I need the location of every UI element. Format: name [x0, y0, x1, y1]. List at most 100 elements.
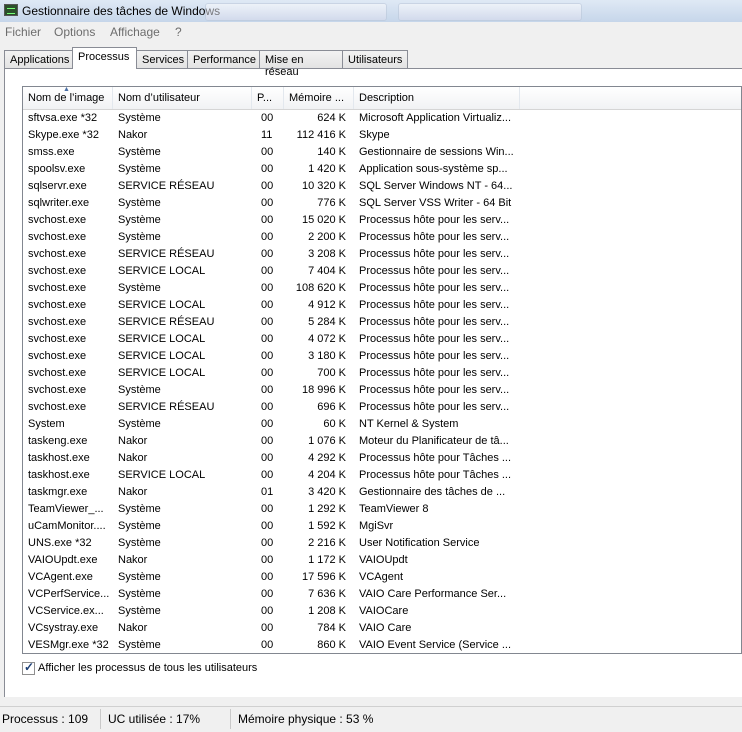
process-description: SQL Server VSS Writer - 64 Bit — [359, 197, 512, 209]
column-header-description[interactable]: Description — [354, 87, 520, 109]
table-row[interactable]: taskhost.exe SERVICE LOCAL 00 4 204 K Proces… — [23, 467, 741, 484]
process-memory: 2 200 K — [308, 231, 346, 243]
process-user-name: SERVICE RÉSEAU — [118, 248, 215, 260]
process-description: VAIO Care — [359, 622, 412, 634]
table-row[interactable]: svchost.exe SERVICE RÉSEAU 00 696 K Processu… — [23, 399, 741, 416]
process-description: Processus hôte pour les serv... — [359, 333, 510, 345]
table-row[interactable]: svchost.exe SERVICE RÉSEAU 00 5 284 K Proces… — [23, 314, 741, 331]
table-row[interactable]: VCsystray.exe Nakor 00 784 K VAIO Care — [23, 620, 741, 637]
table-row[interactable]: System Système 00 60 K NT Kernel & System — [23, 416, 741, 433]
process-description: MgiSvr — [359, 520, 394, 532]
process-cpu: 00 — [261, 248, 274, 260]
process-image-name: sqlwriter.exe — [28, 197, 90, 209]
tab-services[interactable]: Services — [136, 50, 188, 68]
process-user-name: Système — [118, 418, 161, 430]
process-user-name: Nakor — [118, 435, 148, 447]
table-row[interactable]: VCAgent.exe Système 00 17 596 K VCAgent — [23, 569, 741, 586]
process-image-name: svchost.exe — [28, 265, 87, 277]
process-cpu: 00 — [261, 537, 274, 549]
process-user-name: SERVICE LOCAL — [118, 299, 206, 311]
table-row[interactable]: taskmgr.exe Nakor 01 3 420 K Gestionnaire de… — [23, 484, 741, 501]
process-memory: 7 404 K — [308, 265, 346, 277]
menu-help[interactable]: ? — [175, 25, 182, 39]
column-header-user-name[interactable]: Nom d’utilisateur — [113, 87, 252, 109]
process-memory: 4 204 K — [308, 469, 346, 481]
table-row[interactable]: TeamViewer_... Système 00 1 292 K TeamViewer… — [23, 501, 741, 518]
table-row[interactable]: sqlwriter.exe Système 00 776 K SQL Server VS… — [23, 195, 741, 212]
column-header-cpu[interactable]: P... — [252, 87, 284, 109]
process-cpu: 00 — [261, 316, 274, 328]
process-image-name: spoolsv.exe — [28, 163, 86, 175]
process-user-name: Système — [118, 503, 161, 515]
table-row[interactable]: VCPerfService... Système 00 7 636 K VAIO Car… — [23, 586, 741, 603]
process-cpu: 00 — [261, 146, 274, 158]
table-row[interactable]: sqlservr.exe SERVICE RÉSEAU 00 10 320 K SQL … — [23, 178, 741, 195]
menu-affichage[interactable]: Affichage — [110, 25, 160, 39]
table-row[interactable]: svchost.exe SERVICE LOCAL 00 4 912 K Process… — [23, 297, 741, 314]
process-cpu: 00 — [261, 265, 274, 277]
process-image-name: taskmgr.exe — [28, 486, 88, 498]
process-description: NT Kernel & System — [359, 418, 459, 430]
process-cpu: 00 — [261, 350, 274, 362]
process-memory: 140 K — [317, 146, 346, 158]
process-user-name: Nakor — [118, 452, 148, 464]
table-row[interactable]: svchost.exe SERVICE LOCAL 00 4 072 K Process… — [23, 331, 741, 348]
table-row[interactable]: sftvsa.exe *32 Système 00 624 K Microsoft Ap… — [23, 110, 741, 127]
process-memory: 696 K — [317, 401, 346, 413]
process-user-name: SERVICE RÉSEAU — [118, 316, 215, 328]
table-row[interactable]: svchost.exe Système 00 108 620 K Processus h… — [23, 280, 741, 297]
table-row[interactable]: taskeng.exe Nakor 00 1 076 K Moteur du Plani… — [23, 433, 741, 450]
process-memory: 7 636 K — [308, 588, 346, 600]
process-user-name: Système — [118, 588, 161, 600]
table-row[interactable]: svchost.exe SERVICE LOCAL 00 7 404 K Process… — [23, 263, 741, 280]
process-memory: 4 912 K — [308, 299, 346, 311]
title-bar: Gestionnaire des tâches de Windows — [0, 0, 742, 22]
process-description: Gestionnaire de sessions Win... — [359, 146, 514, 158]
process-user-name: SERVICE LOCAL — [118, 333, 206, 345]
menu-options[interactable]: Options — [54, 25, 95, 39]
table-row[interactable]: UNS.exe *32 Système 00 2 216 K User Notifica… — [23, 535, 741, 552]
process-memory: 1 592 K — [308, 520, 346, 532]
sort-ascending-icon: ▲ — [63, 86, 70, 93]
process-user-name: SERVICE RÉSEAU — [118, 401, 215, 413]
table-row[interactable]: svchost.exe SERVICE LOCAL 00 700 K Processus… — [23, 365, 741, 382]
process-memory: 1 208 K — [308, 605, 346, 617]
process-cpu: 00 — [261, 299, 274, 311]
table-row[interactable]: smss.exe Système 00 140 K Gestionnaire de se… — [23, 144, 741, 161]
process-user-name: SERVICE LOCAL — [118, 367, 206, 379]
tab-reseau[interactable]: Mise en réseau — [259, 50, 343, 78]
process-list[interactable]: Nom de l’image Nom d’utilisateur P... Mé… — [22, 86, 742, 654]
table-row[interactable]: VESMgr.exe *32 Système 00 860 K VAIO Event S… — [23, 637, 741, 653]
process-memory: 2 216 K — [308, 537, 346, 549]
tab-performance[interactable]: Performance — [187, 50, 260, 68]
process-image-name: svchost.exe — [28, 333, 87, 345]
process-description: Processus hôte pour les serv... — [359, 401, 510, 413]
tab-utilisateurs[interactable]: Utilisateurs — [342, 50, 408, 68]
table-row[interactable]: VAIOUpdt.exe Nakor 00 1 172 K VAIOUpdt — [23, 552, 741, 569]
process-user-name: Système — [118, 282, 161, 294]
table-row[interactable]: svchost.exe SERVICE LOCAL 00 3 180 K Process… — [23, 348, 741, 365]
table-row[interactable]: taskhost.exe Nakor 00 4 292 K Processus hôte… — [23, 450, 741, 467]
table-row[interactable]: svchost.exe Système 00 15 020 K Processus hô… — [23, 212, 741, 229]
process-image-name: uCamMonitor.... — [28, 520, 106, 532]
process-description: VAIOCare — [359, 605, 409, 617]
tab-processus[interactable]: Processus — [72, 47, 137, 69]
table-row[interactable]: spoolsv.exe Système 00 1 420 K Application s… — [23, 161, 741, 178]
process-memory: 3 208 K — [308, 248, 346, 260]
menu-fichier[interactable]: Fichier — [5, 25, 41, 39]
process-memory: 17 596 K — [301, 571, 346, 583]
process-user-name: Système — [118, 571, 161, 583]
table-row[interactable]: uCamMonitor.... Système 00 1 592 K MgiSvr — [23, 518, 741, 535]
show-all-users-checkbox[interactable] — [22, 660, 35, 675]
table-row[interactable]: svchost.exe Système 00 2 200 K Processus hôt… — [23, 229, 741, 246]
table-row[interactable]: svchost.exe SERVICE RÉSEAU 00 3 208 K Proces… — [23, 246, 741, 263]
process-description: Processus hôte pour les serv... — [359, 367, 510, 379]
column-header-memory[interactable]: Mémoire ... — [284, 87, 354, 109]
process-memory: 784 K — [317, 622, 346, 634]
table-row[interactable]: svchost.exe Système 00 18 996 K Processus hô… — [23, 382, 741, 399]
table-row[interactable]: Skype.exe *32 Nakor 11 112 416 K Skype — [23, 127, 741, 144]
table-row[interactable]: VCService.ex... Système 00 1 208 K VAIOCare — [23, 603, 741, 620]
process-user-name: Système — [118, 537, 161, 549]
tab-applications[interactable]: Applications — [4, 50, 73, 68]
menu-bar: Fichier Options Affichage ? — [0, 22, 742, 41]
